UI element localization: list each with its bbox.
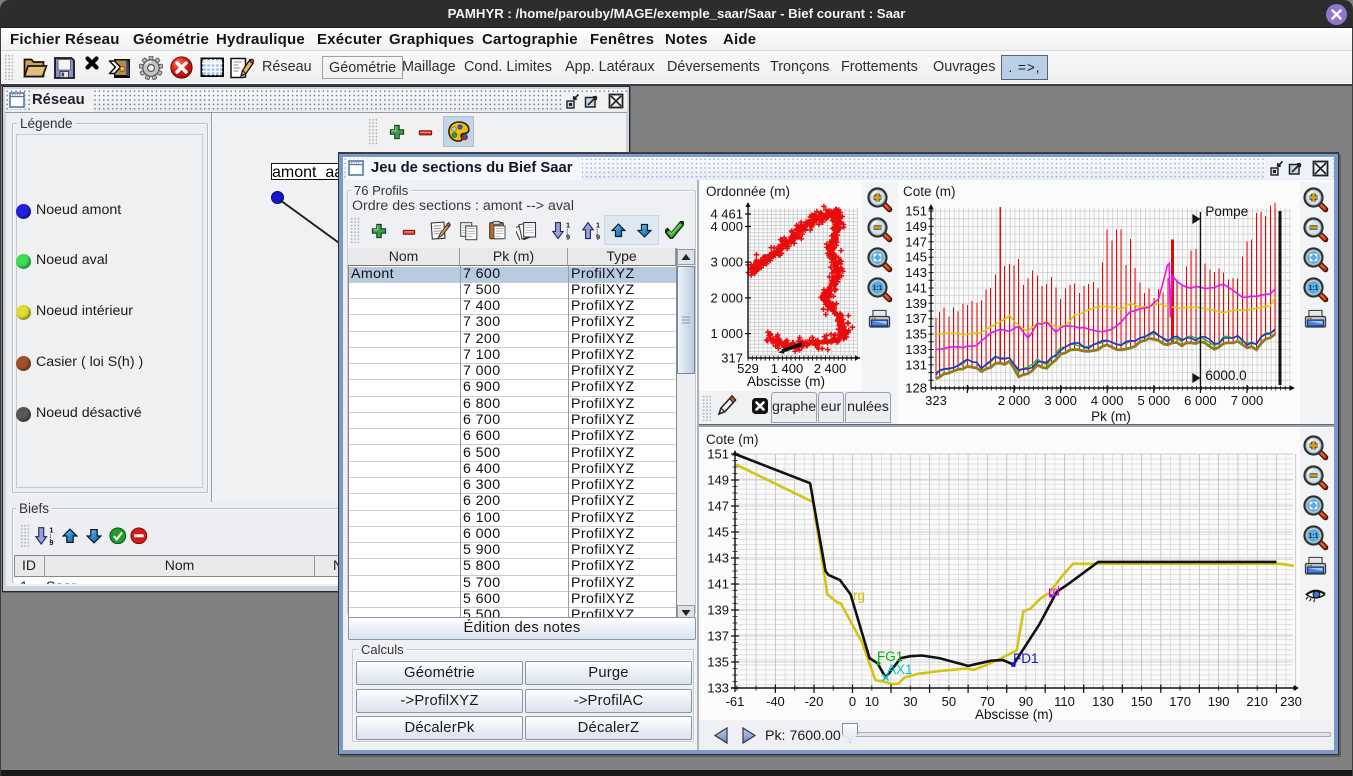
svg-text:143: 143 (707, 551, 729, 566)
svg-text:130: 130 (1092, 694, 1114, 709)
svg-text:Ordonnée (m): Ordonnée (m) (706, 184, 790, 199)
svg-text:6 000: 6 000 (1184, 393, 1217, 408)
svg-text:135: 135 (707, 655, 729, 670)
svg-text:9: 9 (566, 232, 570, 240)
svg-text:151: 151 (707, 447, 729, 462)
svg-text:145: 145 (905, 250, 927, 265)
svg-text:139: 139 (707, 603, 729, 618)
svg-text:135: 135 (905, 327, 927, 342)
svg-text:137: 137 (707, 629, 729, 644)
svg-text:Pompe: Pompe (1205, 204, 1248, 219)
svg-text:151: 151 (905, 204, 927, 219)
svg-text:141: 141 (707, 577, 729, 592)
svg-text:Pk (m): Pk (m) (1091, 409, 1131, 424)
svg-text:Abscisse (m): Abscisse (m) (747, 374, 825, 389)
svg-text:230: 230 (1280, 694, 1302, 709)
svg-text:150: 150 (1131, 694, 1153, 709)
svg-text:4 000: 4 000 (710, 219, 743, 234)
svg-text:149: 149 (905, 219, 927, 234)
svg-text:210: 210 (1246, 694, 1268, 709)
svg-text:147: 147 (905, 234, 927, 249)
svg-text:149: 149 (707, 473, 729, 488)
svg-text:9: 9 (49, 538, 53, 546)
svg-text:Cote (m): Cote (m) (706, 432, 759, 447)
svg-text:30: 30 (903, 694, 917, 709)
svg-text:139: 139 (905, 296, 927, 311)
svg-text:1:1: 1:1 (1308, 285, 1318, 292)
svg-text:2 000: 2 000 (710, 290, 743, 305)
svg-text:147: 147 (707, 499, 729, 514)
svg-text:110: 110 (1054, 694, 1075, 709)
svg-text:323: 323 (925, 393, 947, 408)
svg-text:50: 50 (942, 694, 956, 709)
svg-text:rd: rd (1048, 584, 1060, 599)
svg-text:Abscisse (m): Abscisse (m) (975, 707, 1053, 722)
svg-text:FD1: FD1 (1013, 651, 1039, 666)
svg-text:1: 1 (566, 221, 570, 229)
svg-text:0: 0 (849, 694, 856, 709)
svg-text:143: 143 (905, 265, 927, 280)
svg-text:141: 141 (905, 281, 927, 296)
svg-text:rg: rg (853, 588, 865, 603)
svg-text:4 000: 4 000 (1091, 393, 1124, 408)
svg-text:1: 1 (596, 221, 600, 229)
svg-text:10: 10 (865, 694, 879, 709)
svg-text:1 000: 1 000 (710, 326, 743, 341)
svg-text:2 000: 2 000 (998, 393, 1031, 408)
svg-text:9: 9 (596, 232, 600, 240)
svg-text:131: 131 (905, 357, 927, 372)
svg-text:170: 170 (1169, 694, 1191, 709)
svg-text:-61: -61 (726, 694, 745, 709)
svg-text:-20: -20 (805, 694, 824, 709)
svg-text:1: 1 (49, 526, 53, 535)
svg-text:128: 128 (905, 381, 927, 396)
svg-text:133: 133 (905, 342, 927, 357)
svg-text:AX1: AX1 (887, 662, 913, 677)
svg-text:-40: -40 (766, 694, 785, 709)
svg-text:5 000: 5 000 (1138, 393, 1171, 408)
svg-text:6000.0: 6000.0 (1205, 368, 1246, 383)
svg-text:3 000: 3 000 (1044, 393, 1077, 408)
svg-text:145: 145 (707, 525, 729, 540)
svg-text:137: 137 (905, 311, 927, 326)
svg-text:7 000: 7 000 (1231, 393, 1264, 408)
svg-text:190: 190 (1208, 694, 1230, 709)
svg-text:3 000: 3 000 (710, 255, 743, 270)
svg-text:Cote (m): Cote (m) (903, 184, 956, 199)
